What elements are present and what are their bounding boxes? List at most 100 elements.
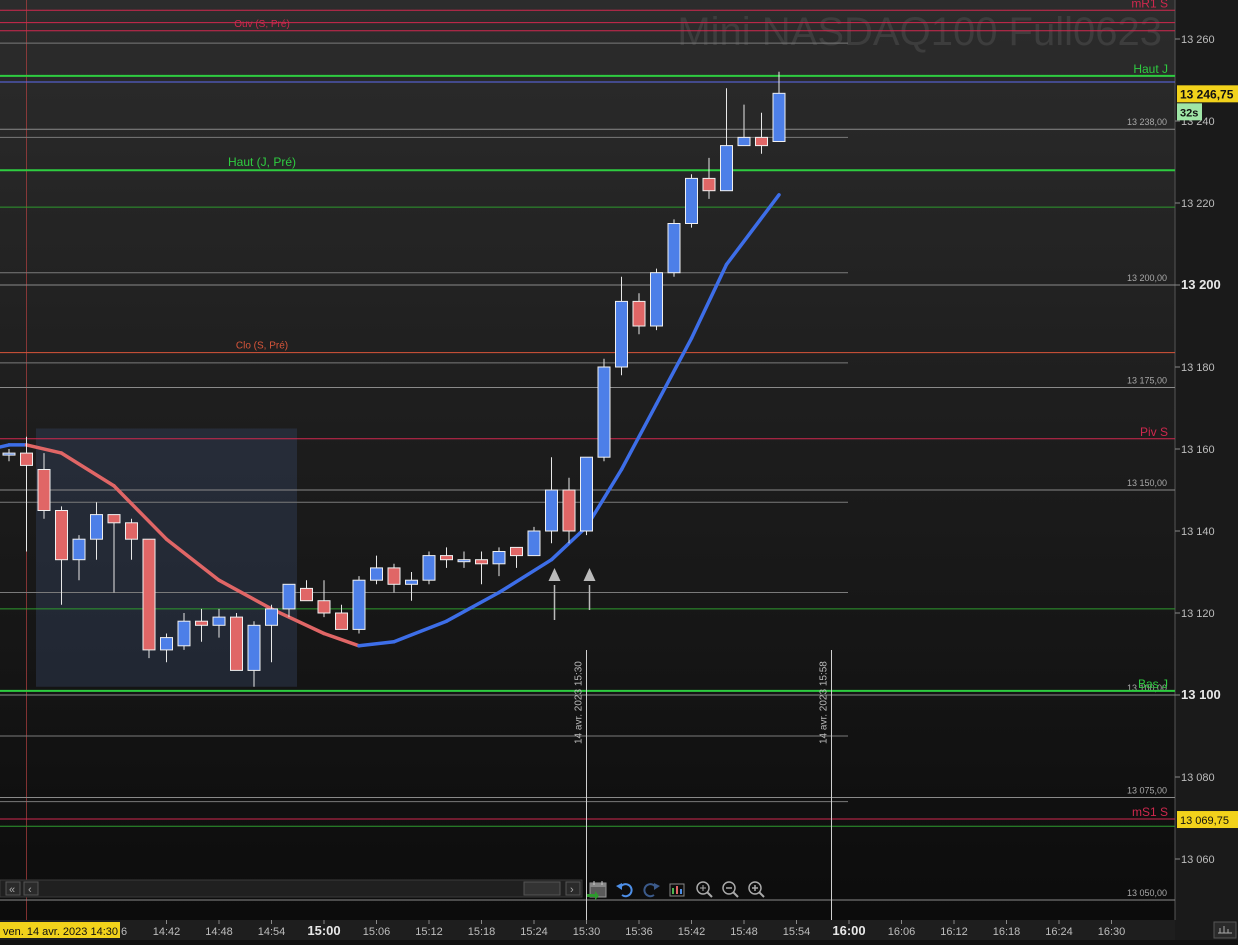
timer-label: 32s: [1180, 107, 1198, 119]
candle[interactable]: [685, 174, 698, 228]
candle-body: [142, 538, 156, 651]
chart-window[interactable]: Mini NASDAQ100 Full0623 13 238,00 13 200,…: [0, 0, 1238, 940]
candle-body: [580, 456, 593, 532]
candle-body: [317, 600, 331, 614]
price-line-label: 13 075,00: [1127, 786, 1167, 796]
candle-body: [440, 555, 453, 561]
candle[interactable]: [422, 551, 436, 585]
candle-body: [265, 608, 278, 626]
y-tick-label: 13 200: [1181, 277, 1221, 292]
x-tick-label: 16:30: [1098, 926, 1126, 938]
candle-body: [422, 555, 436, 581]
candle-body: [160, 637, 173, 651]
calendar-icon[interactable]: [587, 881, 607, 900]
x-tick-label: 6: [121, 926, 127, 938]
candle[interactable]: [580, 456, 593, 536]
x-tick-label: 16:18: [993, 926, 1021, 938]
candle-body: [667, 223, 681, 274]
y-axis-background: [1175, 0, 1238, 940]
candle-body: [107, 514, 121, 524]
y-tick-label: 13 260: [1181, 34, 1215, 46]
x-tick-label: 15:42: [678, 926, 706, 938]
candle-body: [370, 567, 383, 581]
candle[interactable]: [527, 526, 541, 557]
candle-body: [650, 272, 663, 327]
candle-body: [195, 620, 208, 626]
candle-body: [282, 583, 296, 610]
x-tick-label: 14:42: [153, 926, 181, 938]
candle-body: [475, 559, 488, 565]
candle[interactable]: [667, 219, 681, 277]
price-chart[interactable]: Mini NASDAQ100 Full0623 13 238,00 13 200,…: [0, 0, 1238, 940]
y-tick-label: 13 080: [1181, 772, 1215, 784]
vertical-marker-label: 14 avr. 2023 15:30: [574, 661, 585, 744]
price-line-label: 13 150,00: [1127, 478, 1167, 488]
y-tick-label: 13 060: [1181, 854, 1215, 866]
candle-body: [247, 624, 261, 671]
price-line-label: 13 200,00: [1127, 273, 1167, 283]
candle-body: [737, 136, 751, 147]
candle-body: [72, 538, 86, 561]
corner-button[interactable]: [1213, 921, 1237, 939]
vertical-marker-label: 14 avr. 2023 15:58: [819, 661, 830, 744]
level-label: Piv S: [1140, 425, 1168, 439]
x-tick-label: 16:12: [940, 926, 968, 938]
x-tick-label: 15:00: [307, 923, 340, 938]
level-label: Haut J: [1133, 62, 1168, 76]
candle-body: [562, 489, 576, 532]
level-price-label: 13 069,75: [1180, 815, 1229, 827]
candle-body: [702, 177, 716, 192]
candle-body: [2, 452, 16, 456]
y-tick-label: 13 140: [1181, 526, 1215, 538]
y-tick-label: 13 100: [1181, 687, 1221, 702]
x-tick-label: 15:48: [730, 926, 758, 938]
candle[interactable]: [650, 268, 663, 331]
candle-body: [230, 616, 243, 671]
candle-body: [772, 92, 786, 142]
level-label: mR1 S: [1131, 0, 1168, 10]
candle-body: [492, 551, 506, 565]
x-tick-label: 15:12: [415, 926, 443, 938]
x-tick-label: 15:36: [625, 926, 653, 938]
x-tick-label: 15:24: [520, 926, 548, 938]
x-tick-label: 16:00: [832, 923, 865, 938]
level-label: Ouv (S, Pré): [234, 19, 290, 30]
candle-body: [20, 452, 33, 466]
candle-body: [177, 620, 191, 647]
candle-body: [352, 579, 366, 630]
x-tick-label: 14:48: [205, 926, 233, 938]
scroll-thumb[interactable]: [523, 881, 561, 896]
y-tick-label: 13 120: [1181, 608, 1215, 620]
candle-body: [37, 469, 51, 511]
price-line-label: 13 238,00: [1127, 117, 1167, 127]
x-tick-label: 14:54: [258, 926, 286, 938]
candle[interactable]: [142, 538, 156, 659]
chevron-left-icon: ‹: [28, 884, 32, 896]
double-chevron-left-icon: «: [9, 884, 15, 896]
x-tick-label: 15:06: [363, 926, 391, 938]
candle[interactable]: [597, 358, 611, 462]
candle-body: [90, 514, 103, 540]
candle[interactable]: [230, 613, 243, 671]
y-tick-label: 13 220: [1181, 198, 1215, 210]
candle[interactable]: [352, 576, 366, 634]
candle-body: [632, 300, 646, 327]
scroll-bar[interactable]: « ‹ ›: [0, 879, 583, 898]
candle-body: [457, 559, 471, 563]
candle-body: [405, 579, 418, 585]
candle-body: [387, 567, 401, 585]
level-label: Haut (J, Pré): [228, 155, 296, 169]
y-tick-label: 13 180: [1181, 362, 1215, 374]
candle-body: [55, 510, 68, 561]
price-line-label: 13 050,00: [1127, 888, 1167, 898]
x-tick-label: 16:06: [888, 926, 916, 938]
candle-body: [615, 300, 628, 368]
scroll-track[interactable]: [0, 879, 583, 898]
candle-body: [335, 612, 348, 630]
level-label: Clo (S, Pré): [236, 341, 288, 352]
level-label: mS1 S: [1132, 805, 1168, 819]
cursor-date-label: ven. 14 avr. 2023 14:30: [3, 926, 118, 938]
x-tick-label: 15:30: [573, 926, 601, 938]
candle-body: [510, 546, 523, 557]
candle-body: [755, 136, 768, 147]
